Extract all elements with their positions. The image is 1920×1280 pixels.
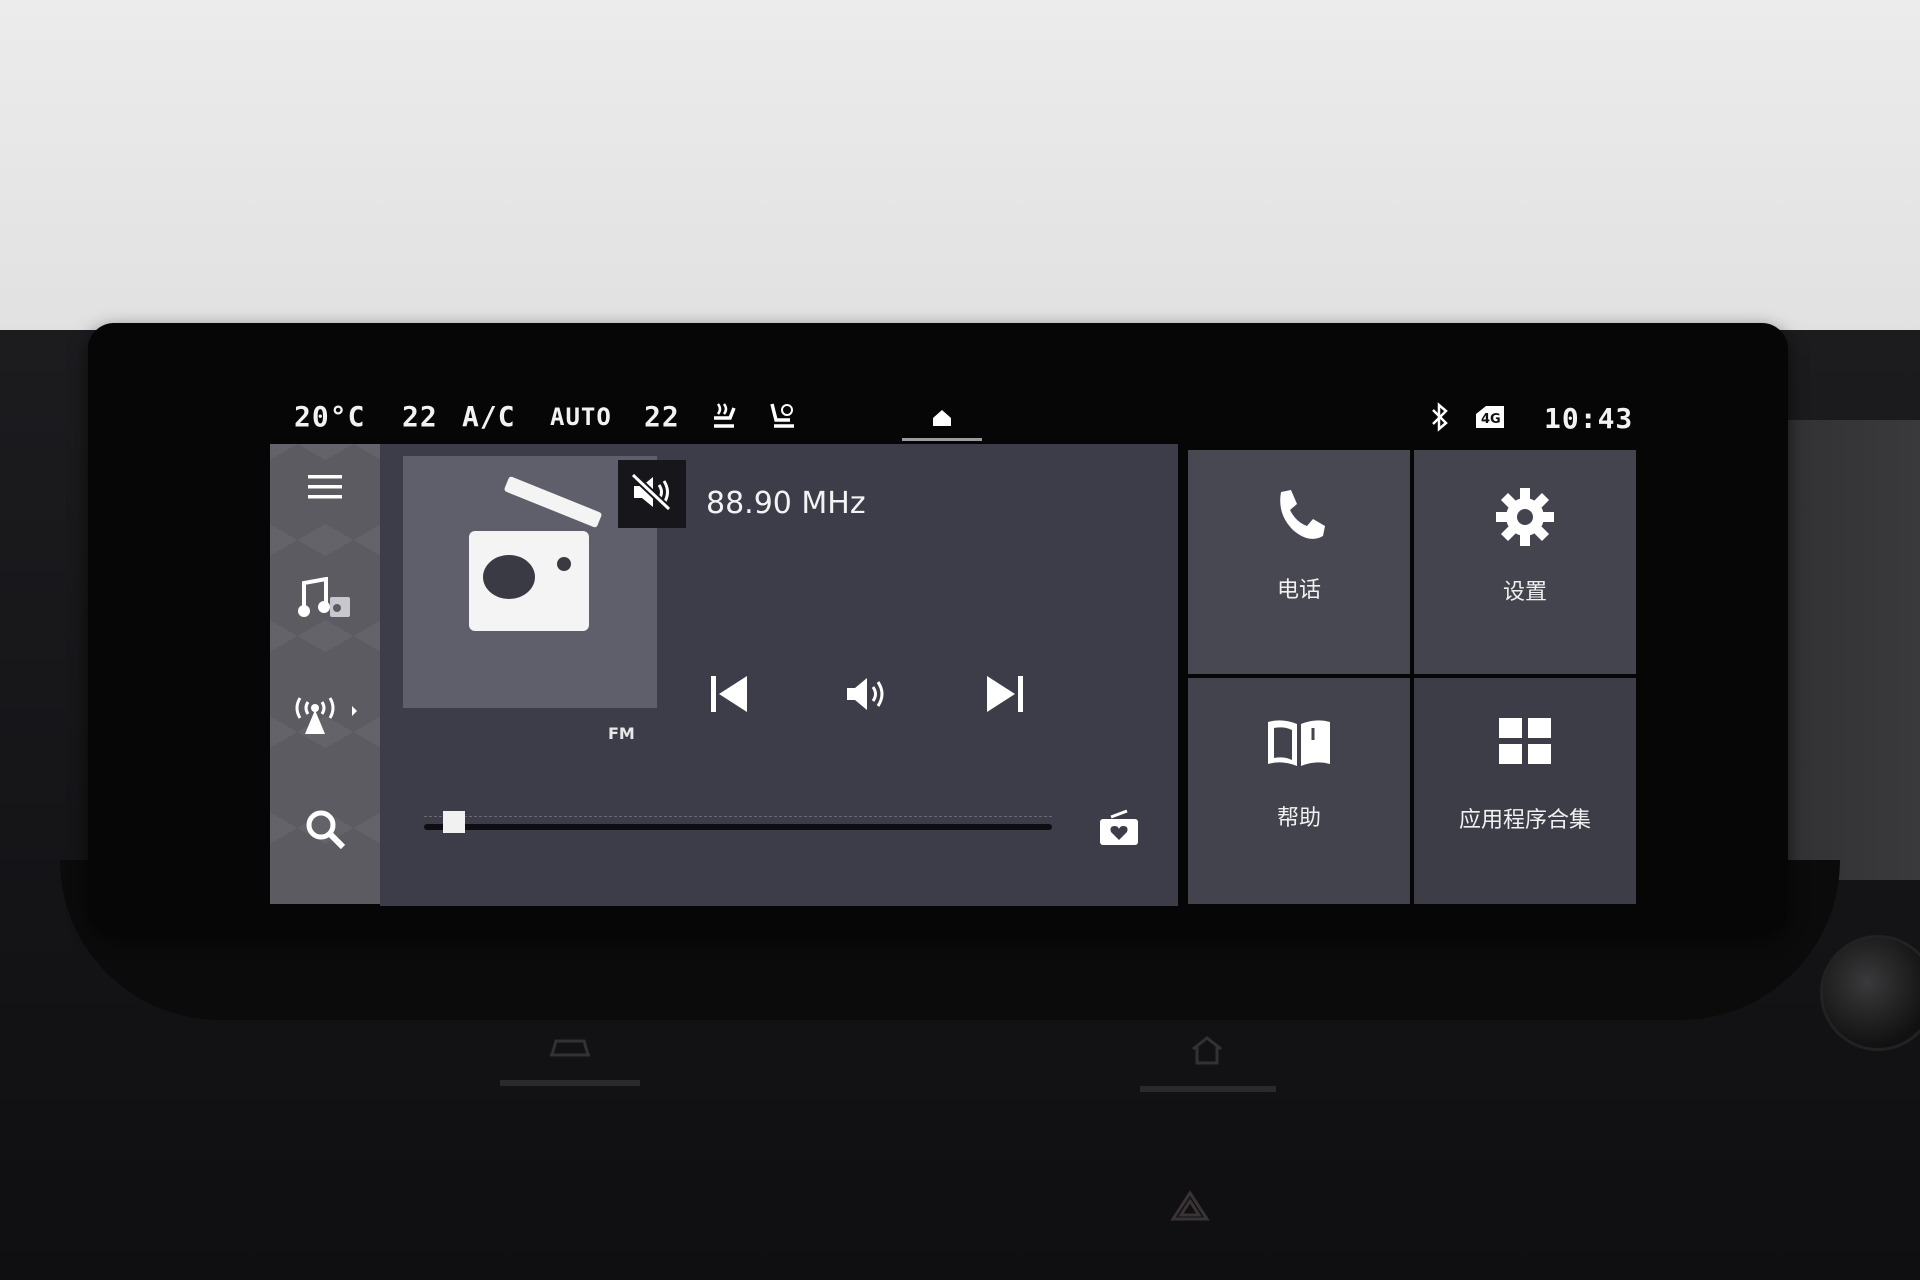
next-track-icon bbox=[983, 673, 1027, 719]
next-track-button[interactable] bbox=[970, 666, 1040, 726]
home-tab-indicator bbox=[902, 438, 982, 441]
band-label: FM bbox=[608, 724, 635, 743]
tile-settings[interactable]: 设置 bbox=[1414, 450, 1636, 674]
seat-vent-icon[interactable] bbox=[768, 400, 798, 436]
mute-button[interactable] bbox=[618, 460, 686, 528]
book-icon bbox=[1188, 716, 1410, 770]
tuner-track[interactable] bbox=[424, 824, 1052, 830]
phone-icon bbox=[1188, 486, 1410, 546]
previous-track-icon bbox=[707, 673, 751, 719]
right-climate-temp[interactable]: 22 bbox=[644, 400, 680, 433]
tile-label-app-collection: 应用程序合集 bbox=[1458, 808, 1591, 833]
hazard-icon bbox=[1170, 1190, 1210, 1231]
sidebar bbox=[270, 444, 380, 904]
media-panel: FM 88.90 MHz bbox=[380, 444, 1178, 906]
tile-help[interactable]: 帮助 bbox=[1188, 678, 1410, 904]
auto-climate-button[interactable]: AUTO bbox=[550, 403, 612, 431]
radio-antenna-icon bbox=[290, 690, 360, 740]
tile-label-help: 帮助 bbox=[1276, 806, 1321, 831]
tile-app-collection[interactable]: 应用程序合集 bbox=[1414, 678, 1636, 904]
home-hardware-icon bbox=[1190, 1034, 1224, 1074]
album-art[interactable] bbox=[403, 456, 686, 708]
favorite-radio-icon bbox=[1097, 809, 1141, 851]
search-icon bbox=[303, 807, 347, 855]
volume-button[interactable] bbox=[832, 666, 902, 726]
tile-label-settings: 设置 bbox=[1502, 580, 1547, 605]
infotainment-screen: 20°C 22 A/C AUTO 22 4G 10:43 FM 88.90 MH… bbox=[262, 386, 1636, 906]
frequency-label: 88.90 MHz bbox=[706, 486, 866, 521]
tuner-slider-thumb[interactable] bbox=[443, 811, 465, 833]
status-bar: 20°C 22 A/C AUTO 22 4G 10:43 bbox=[262, 386, 1636, 450]
tuner-scale bbox=[424, 816, 1052, 817]
previous-track-button[interactable] bbox=[694, 666, 764, 726]
sidebar-item-search[interactable] bbox=[270, 786, 380, 876]
outside-temperature: 20°C bbox=[294, 400, 366, 433]
network-4g-icon: 4G bbox=[1472, 404, 1508, 434]
mute-icon bbox=[629, 471, 675, 517]
sidebar-item-music[interactable] bbox=[270, 556, 380, 646]
left-climate-temp[interactable]: 22 bbox=[402, 400, 438, 433]
volume-icon bbox=[843, 674, 891, 718]
bluetooth-icon[interactable] bbox=[1430, 402, 1450, 436]
home-icon bbox=[931, 410, 953, 432]
home-tab[interactable] bbox=[902, 398, 982, 441]
seat-heat-icon[interactable] bbox=[710, 400, 740, 436]
ac-button[interactable]: A/C bbox=[462, 400, 516, 433]
app-grid-icon bbox=[1414, 716, 1636, 766]
clock: 10:43 bbox=[1544, 402, 1634, 435]
hardware-button-home[interactable] bbox=[1140, 1086, 1276, 1092]
hardware-button-car[interactable] bbox=[500, 1080, 640, 1086]
svg-text:4G: 4G bbox=[1481, 412, 1501, 427]
tile-phone[interactable]: 电话 bbox=[1188, 450, 1410, 674]
sidebar-item-radio[interactable] bbox=[270, 670, 380, 760]
sidebar-item-menu[interactable] bbox=[270, 444, 380, 534]
car-icon bbox=[548, 1030, 592, 1070]
tile-label-phone: 电话 bbox=[1276, 578, 1321, 603]
menu-icon bbox=[307, 472, 343, 506]
gear-icon bbox=[1414, 486, 1636, 548]
favorite-station-button[interactable] bbox=[1094, 808, 1144, 852]
music-note-icon bbox=[296, 576, 354, 625]
